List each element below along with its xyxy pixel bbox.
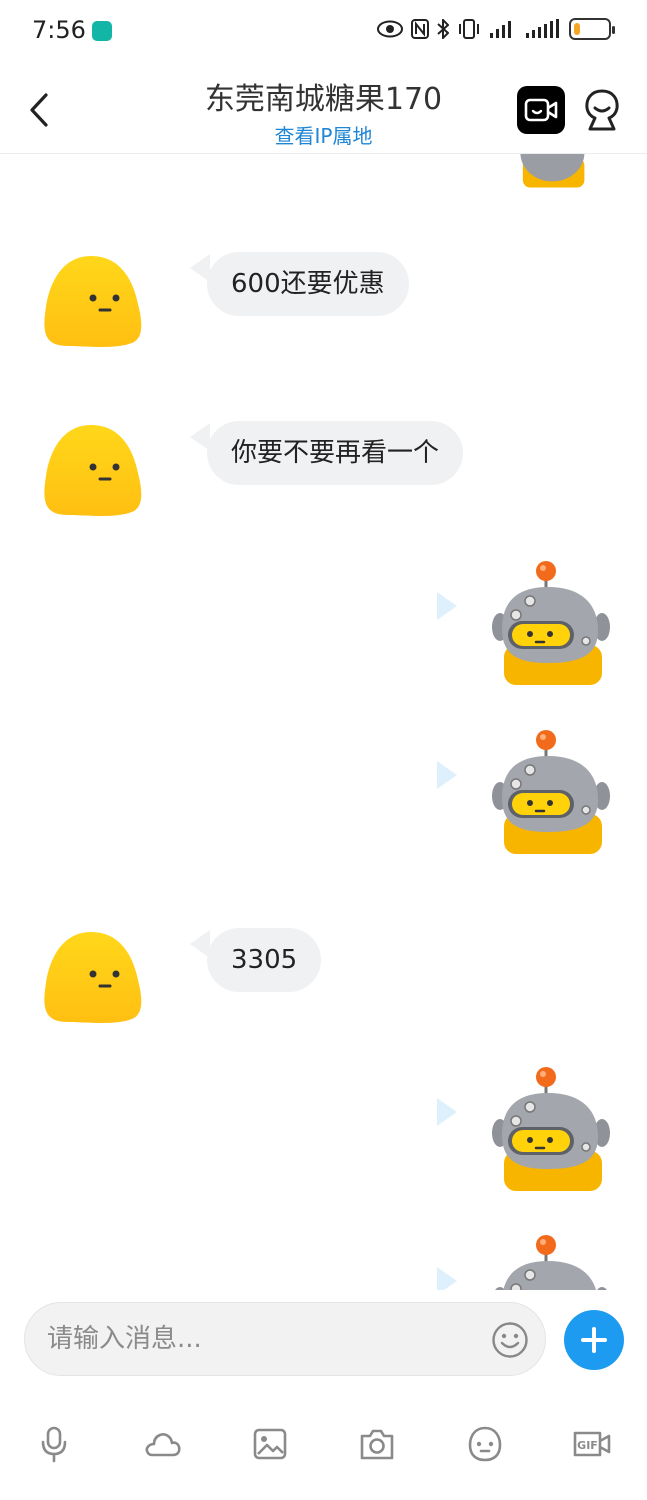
my-avatar[interactable] (490, 559, 612, 693)
status-time: 7:56 (32, 16, 86, 44)
vibrate-icon (459, 19, 479, 39)
bubble-tail (437, 592, 457, 620)
robot-avatar[interactable] (492, 154, 614, 190)
profile-icon[interactable] (583, 88, 621, 132)
blob-avatar-icon (44, 932, 142, 1023)
nfc-icon (411, 19, 429, 39)
cloud-icon[interactable] (142, 1424, 182, 1464)
message-bubble[interactable]: 你要不要再看一个 (207, 421, 464, 485)
blob-avatar-icon (44, 256, 142, 347)
blob-avatar-icon (44, 425, 142, 516)
my-avatar[interactable] (490, 728, 612, 862)
video-call-button[interactable] (517, 86, 565, 134)
plus-icon (581, 1327, 607, 1353)
input-bar (0, 1290, 647, 1400)
gif-label: GIF (577, 1439, 598, 1452)
chat-header: 东莞南城糖果170 查看IP属地 (0, 64, 647, 154)
camera-icon[interactable] (357, 1424, 397, 1464)
robot-avatar-icon (492, 730, 610, 854)
bottom-toolbar: GIF (0, 1400, 647, 1500)
image-icon[interactable] (250, 1424, 290, 1464)
bubble-tail (190, 423, 210, 451)
bubble-tail (437, 761, 457, 789)
bubble-tail (190, 930, 210, 958)
message-input[interactable] (47, 1303, 487, 1375)
message-list[interactable]: 600还要优惠你要不要再看一个可以在哪里3305好上来看看 (0, 154, 647, 1290)
contact-avatar[interactable] (38, 928, 144, 1032)
robot-avatar-icon (495, 1235, 607, 1290)
microphone-icon[interactable] (34, 1424, 74, 1464)
contact-avatar[interactable] (38, 252, 144, 356)
signal-icon (526, 19, 559, 38)
bubble-tail (190, 254, 210, 282)
my-avatar[interactable] (490, 1233, 612, 1290)
status-bar: 7:56 (0, 0, 647, 64)
video-camera-icon (524, 98, 558, 122)
message-bubble[interactable]: 3305 (207, 928, 322, 992)
bluetooth-icon (437, 19, 449, 39)
contact-avatar[interactable] (38, 421, 144, 525)
add-button[interactable] (564, 1310, 624, 1370)
my-avatar[interactable] (490, 1065, 612, 1199)
message-input-field[interactable] (24, 1302, 546, 1376)
robot-avatar-icon (492, 1067, 610, 1191)
sticker-icon[interactable] (465, 1424, 505, 1464)
emoji-icon[interactable] (491, 1321, 529, 1359)
status-icons (377, 18, 615, 40)
bubble-tail (437, 1267, 457, 1290)
signal-icon (490, 21, 511, 38)
eye-icon (377, 20, 403, 38)
battery-icon (569, 18, 615, 40)
shield-icon (92, 21, 112, 41)
message-bubble[interactable]: 600还要优惠 (207, 252, 409, 316)
battery-level (574, 23, 580, 35)
gif-icon[interactable]: GIF (572, 1424, 612, 1464)
robot-avatar-icon (492, 561, 610, 685)
bubble-tail (437, 1098, 457, 1126)
